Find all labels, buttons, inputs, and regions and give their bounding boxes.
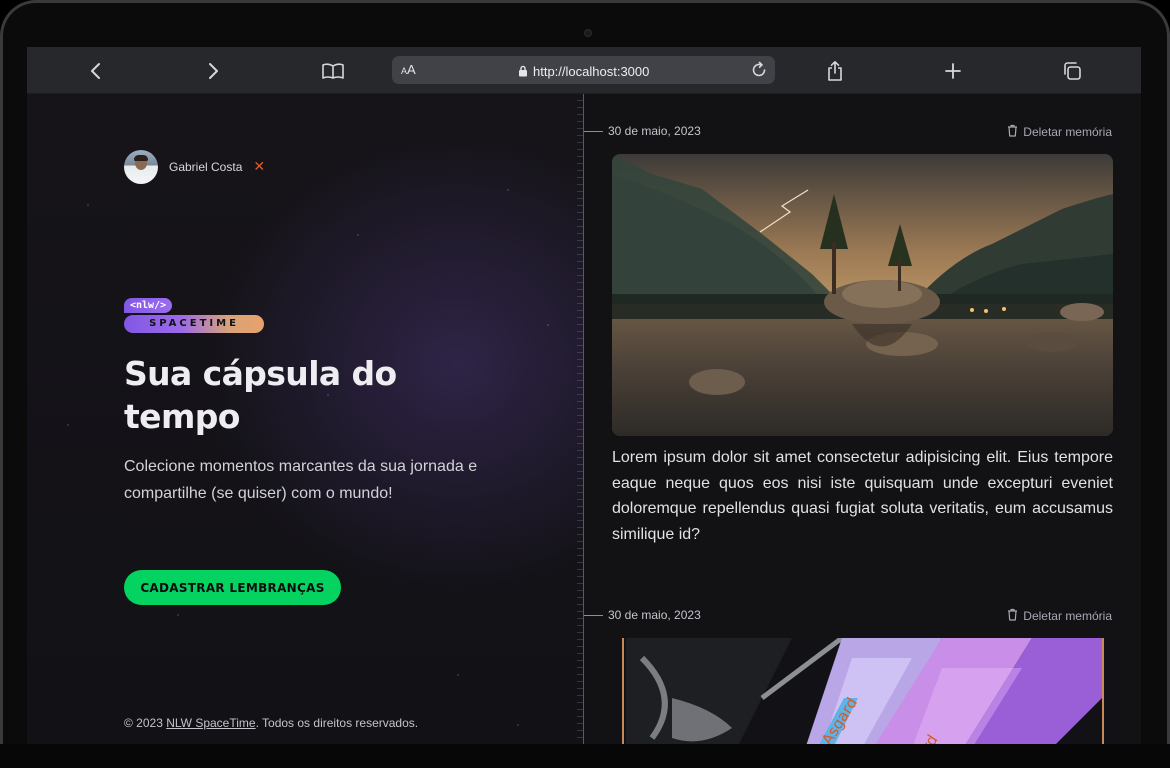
footer-suffix: . Todos os direitos reservados. [255, 716, 419, 730]
screen: AA http://localhost:3000 Gabriel Costa ✕… [27, 47, 1141, 744]
memory-date: 30 de maio, 2023 [608, 608, 701, 622]
hero-panel: Gabriel Costa ✕ <nlw/> SPACETIME Sua cáp… [27, 94, 583, 744]
lock-icon [518, 62, 528, 81]
delete-memory-button[interactable]: Deletar memória [1007, 608, 1112, 624]
address-bar[interactable]: AA http://localhost:3000 [392, 56, 775, 84]
delete-memory-label: Deletar memória [1023, 609, 1112, 623]
trash-icon [1007, 608, 1018, 624]
camera [584, 29, 592, 37]
share-icon[interactable] [820, 56, 850, 86]
delete-memory-button[interactable]: Deletar memória [1007, 124, 1112, 140]
plus-icon[interactable] [938, 56, 968, 86]
page-subtitle: Colecione momentos marcantes da sua jorn… [124, 458, 478, 502]
book-icon[interactable] [318, 56, 348, 86]
user-profile[interactable]: Gabriel Costa ✕ [124, 150, 265, 184]
timeline-marker [584, 131, 603, 132]
memory-image-lake [612, 154, 1113, 436]
memory-header: 30 de maio, 2023 Deletar memória [584, 605, 1141, 625]
page-title: Sua cápsula do tempo [124, 354, 397, 436]
footer-link[interactable]: NLW SpaceTime [166, 716, 255, 730]
spacetime-logo: <nlw/> SPACETIME [124, 293, 264, 333]
memories-panel[interactable]: 30 de maio, 2023 Deletar memória Lorem i… [584, 94, 1141, 744]
avatar[interactable] [124, 150, 158, 184]
close-icon[interactable]: ✕ [253, 160, 265, 174]
register-memories-button[interactable]: CADASTRAR LEMBRANÇAS [124, 570, 341, 605]
reload-icon[interactable] [749, 60, 769, 80]
chevron-left-icon[interactable] [81, 56, 111, 86]
memory-date: 30 de maio, 2023 [608, 124, 701, 138]
logo-spacetime: SPACETIME [124, 315, 264, 333]
chevron-right-icon[interactable] [198, 56, 228, 86]
url-text: http://localhost:3000 [533, 64, 650, 79]
footer-prefix: © 2023 [124, 716, 167, 730]
timeline-marker [584, 615, 603, 616]
memory-image-asgard: Asgard rd [612, 638, 1113, 744]
logo-nlw-tag: <nlw/> [124, 298, 173, 313]
memory-card: 30 de maio, 2023 Deletar memória [584, 121, 1141, 543]
browser-toolbar: AA http://localhost:3000 [27, 47, 1141, 94]
bottom-bezel [0, 744, 1170, 768]
reader-text-size-button[interactable]: AA [401, 62, 416, 77]
footer-copyright: © 2023 NLW SpaceTime. Todos os direitos … [124, 716, 418, 730]
memory-text: Lorem ipsum dolor sit amet consectetur a… [612, 449, 1113, 543]
delete-memory-label: Deletar memória [1023, 125, 1112, 139]
trash-icon [1007, 124, 1018, 140]
memory-header: 30 de maio, 2023 Deletar memória [584, 121, 1141, 141]
tabs-icon[interactable] [1057, 56, 1087, 86]
user-name: Gabriel Costa [169, 160, 243, 174]
memory-card: 30 de maio, 2023 Deletar memória [584, 605, 1141, 744]
